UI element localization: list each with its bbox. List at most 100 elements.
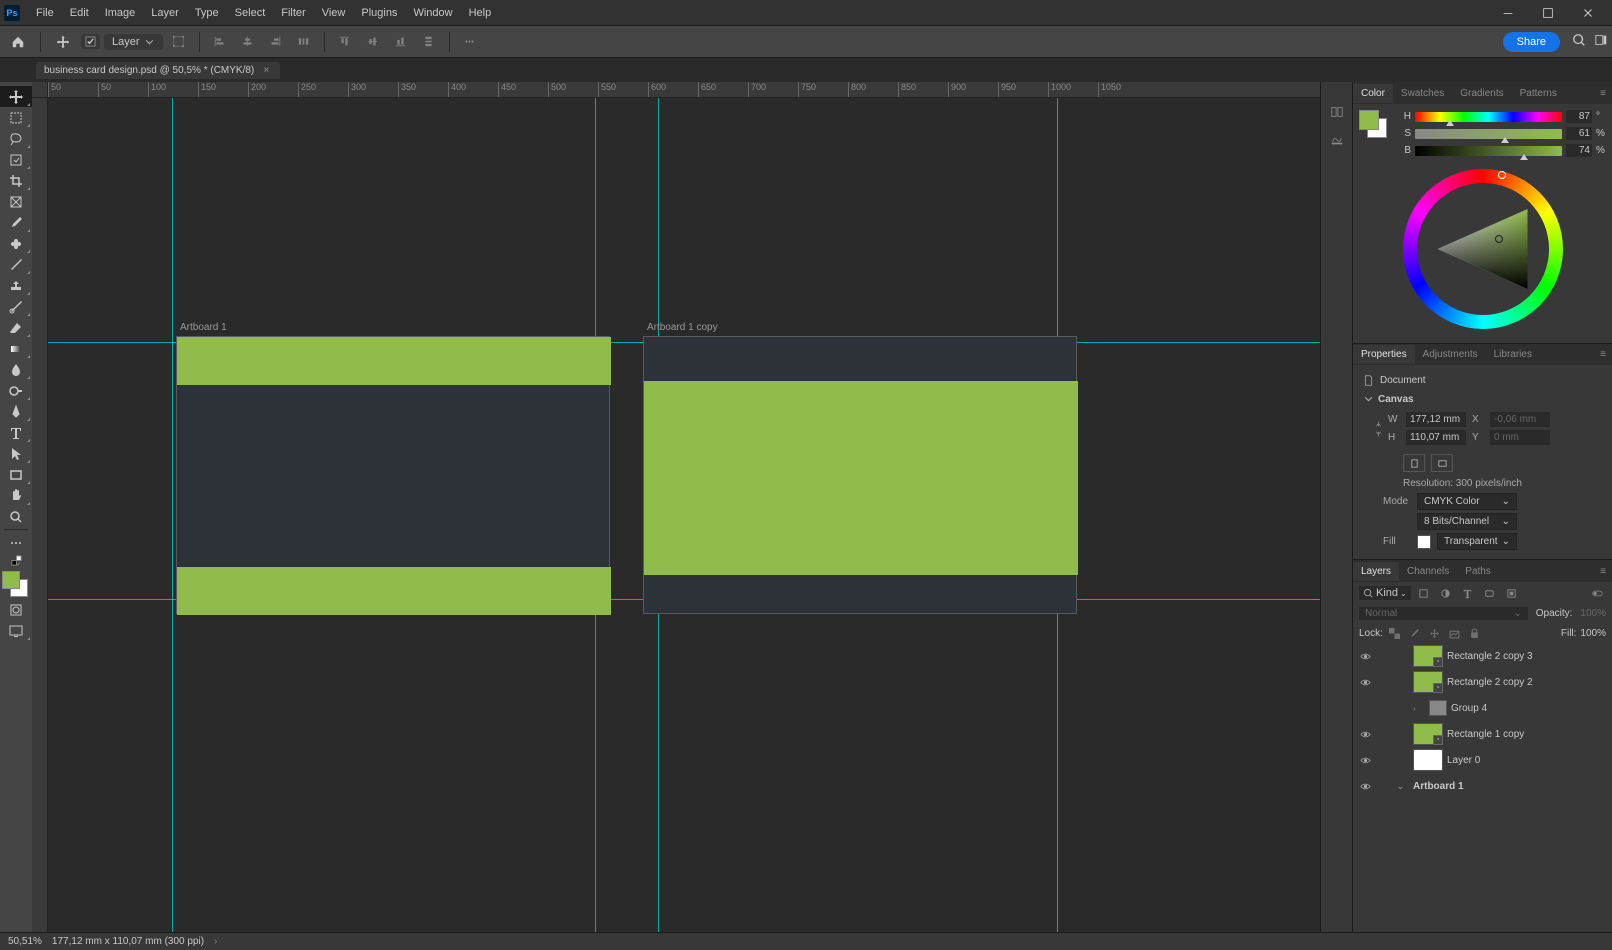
tab-adjustments[interactable]: Adjustments — [1415, 345, 1486, 364]
healing-tool[interactable] — [0, 233, 32, 254]
window-minimize-button[interactable] — [1488, 0, 1528, 26]
orientation-portrait-button[interactable] — [1403, 454, 1425, 472]
edit-toolbar-button[interactable] — [0, 532, 32, 553]
tab-gradients[interactable]: Gradients — [1452, 84, 1511, 103]
auto-select-target-dropdown[interactable]: Layer — [104, 34, 163, 50]
search-button[interactable] — [1572, 33, 1586, 50]
more-options-button[interactable] — [458, 32, 482, 52]
layer-thumbnail[interactable]: ▫ — [1413, 671, 1443, 693]
zoom-level[interactable]: 50,51% — [8, 936, 42, 947]
horizontal-ruler[interactable]: 5050100150200250300350400450500550600650… — [48, 82, 1320, 98]
rectangle-tool[interactable] — [0, 464, 32, 485]
align-bottom-button[interactable] — [389, 32, 413, 52]
collapsed-panel-icon[interactable] — [1327, 130, 1347, 150]
align-center-h-button[interactable] — [236, 32, 260, 52]
layer-row[interactable]: › Group 4 — [1353, 695, 1612, 721]
close-tab-button[interactable]: × — [260, 65, 272, 76]
menu-help[interactable]: Help — [461, 3, 500, 23]
width-value[interactable]: 177,12 mm — [1406, 412, 1466, 427]
layer-name[interactable]: Layer 0 — [1447, 755, 1608, 766]
zoom-tool[interactable] — [0, 506, 32, 527]
tab-color[interactable]: Color — [1353, 84, 1393, 103]
filter-type-icon[interactable] — [1459, 585, 1477, 601]
layer-name[interactable]: Rectangle 2 copy 3 — [1447, 651, 1608, 662]
type-tool[interactable] — [0, 422, 32, 443]
layer-row[interactable]: ▫ Rectangle 2 copy 3 — [1353, 643, 1612, 669]
menu-layer[interactable]: Layer — [143, 3, 187, 23]
distribute-v-button[interactable] — [417, 32, 441, 52]
gradient-tool[interactable] — [0, 338, 32, 359]
layer-row[interactable]: Layer 0 — [1353, 747, 1612, 773]
y-value[interactable]: 0 mm — [1490, 430, 1550, 445]
lock-position-icon[interactable] — [1427, 626, 1443, 640]
layer-thumbnail[interactable] — [1413, 749, 1443, 771]
layer-row-artboard[interactable]: ⌄ Artboard 1 — [1353, 773, 1612, 799]
tab-patterns[interactable]: Patterns — [1512, 84, 1565, 103]
lock-transparency-icon[interactable] — [1387, 626, 1403, 640]
home-button[interactable] — [4, 30, 32, 54]
menu-window[interactable]: Window — [405, 3, 460, 23]
artboard-label[interactable]: Artboard 1 — [180, 322, 227, 333]
move-tool[interactable] — [0, 86, 32, 107]
rectangle-shape[interactable] — [644, 381, 1078, 575]
brightness-value[interactable]: 74 — [1566, 144, 1592, 157]
bit-depth-dropdown[interactable]: 8 Bits/Channel⌄ — [1417, 513, 1517, 530]
brush-tool[interactable] — [0, 254, 32, 275]
brightness-slider[interactable] — [1415, 146, 1562, 156]
tab-swatches[interactable]: Swatches — [1393, 84, 1452, 103]
visibility-toggle[interactable] — [1353, 677, 1377, 688]
layer-name[interactable]: Rectangle 1 copy — [1447, 729, 1608, 740]
blur-tool[interactable] — [0, 359, 32, 380]
lock-all-icon[interactable] — [1467, 626, 1483, 640]
lock-image-icon[interactable] — [1407, 626, 1423, 640]
layer-name[interactable]: Rectangle 2 copy 2 — [1447, 677, 1608, 688]
layer-filter-kind-dropdown[interactable]: Kind ⌄ — [1359, 586, 1411, 600]
transform-controls-checkbox[interactable] — [167, 32, 191, 52]
crop-tool[interactable] — [0, 170, 32, 191]
color-swatch-pair[interactable] — [1359, 110, 1387, 138]
menu-select[interactable]: Select — [227, 3, 274, 23]
menu-filter[interactable]: Filter — [273, 3, 313, 23]
pen-tool[interactable] — [0, 401, 32, 422]
visibility-toggle[interactable] — [1353, 755, 1377, 766]
foreground-color-swatch[interactable] — [2, 571, 20, 589]
blend-mode-dropdown[interactable]: Normal⌄ — [1359, 607, 1528, 620]
lasso-tool[interactable] — [0, 128, 32, 149]
selection-tool[interactable] — [0, 149, 32, 170]
opacity-value[interactable]: 100% — [1580, 608, 1606, 619]
tab-layers[interactable]: Layers — [1353, 562, 1399, 581]
dodge-tool[interactable] — [0, 380, 32, 401]
artboard-1-copy[interactable] — [643, 336, 1077, 614]
auto-select-checkbox[interactable] — [81, 34, 100, 49]
swap-colors-button[interactable] — [0, 553, 32, 567]
collapsed-panel-icon[interactable] — [1327, 102, 1347, 122]
screenmode-button[interactable] — [0, 620, 32, 641]
hue-value[interactable]: 87 — [1566, 110, 1592, 123]
tab-paths[interactable]: Paths — [1457, 562, 1499, 581]
visibility-toggle[interactable] — [1353, 781, 1377, 792]
layer-row[interactable]: ▫ Rectangle 1 copy — [1353, 721, 1612, 747]
layer-thumbnail[interactable]: ▫ — [1413, 645, 1443, 667]
visibility-toggle[interactable] — [1353, 729, 1377, 740]
saturation-value[interactable]: 61 — [1566, 127, 1592, 140]
menu-file[interactable]: File — [28, 3, 62, 23]
tab-libraries[interactable]: Libraries — [1486, 345, 1540, 364]
filter-toggle-switch[interactable] — [1588, 585, 1606, 601]
filter-adjustment-icon[interactable] — [1437, 585, 1455, 601]
color-wheel[interactable] — [1403, 169, 1563, 329]
marquee-tool[interactable] — [0, 107, 32, 128]
workspace-switcher-button[interactable] — [1594, 33, 1608, 50]
filter-pixel-icon[interactable] — [1415, 585, 1433, 601]
color-mode-dropdown[interactable]: CMYK Color⌄ — [1417, 493, 1517, 510]
history-brush-tool[interactable] — [0, 296, 32, 317]
eraser-tool[interactable] — [0, 317, 32, 338]
menu-edit[interactable]: Edit — [62, 3, 97, 23]
layer-fill-value[interactable]: 100% — [1580, 628, 1606, 639]
tab-channels[interactable]: Channels — [1399, 562, 1457, 581]
hue-slider[interactable] — [1415, 112, 1562, 122]
menu-plugins[interactable]: Plugins — [353, 3, 405, 23]
chevron-down-icon[interactable] — [1363, 394, 1374, 405]
path-selection-tool[interactable] — [0, 443, 32, 464]
panel-menu-button[interactable]: ≡ — [1594, 347, 1612, 362]
align-left-button[interactable] — [208, 32, 232, 52]
